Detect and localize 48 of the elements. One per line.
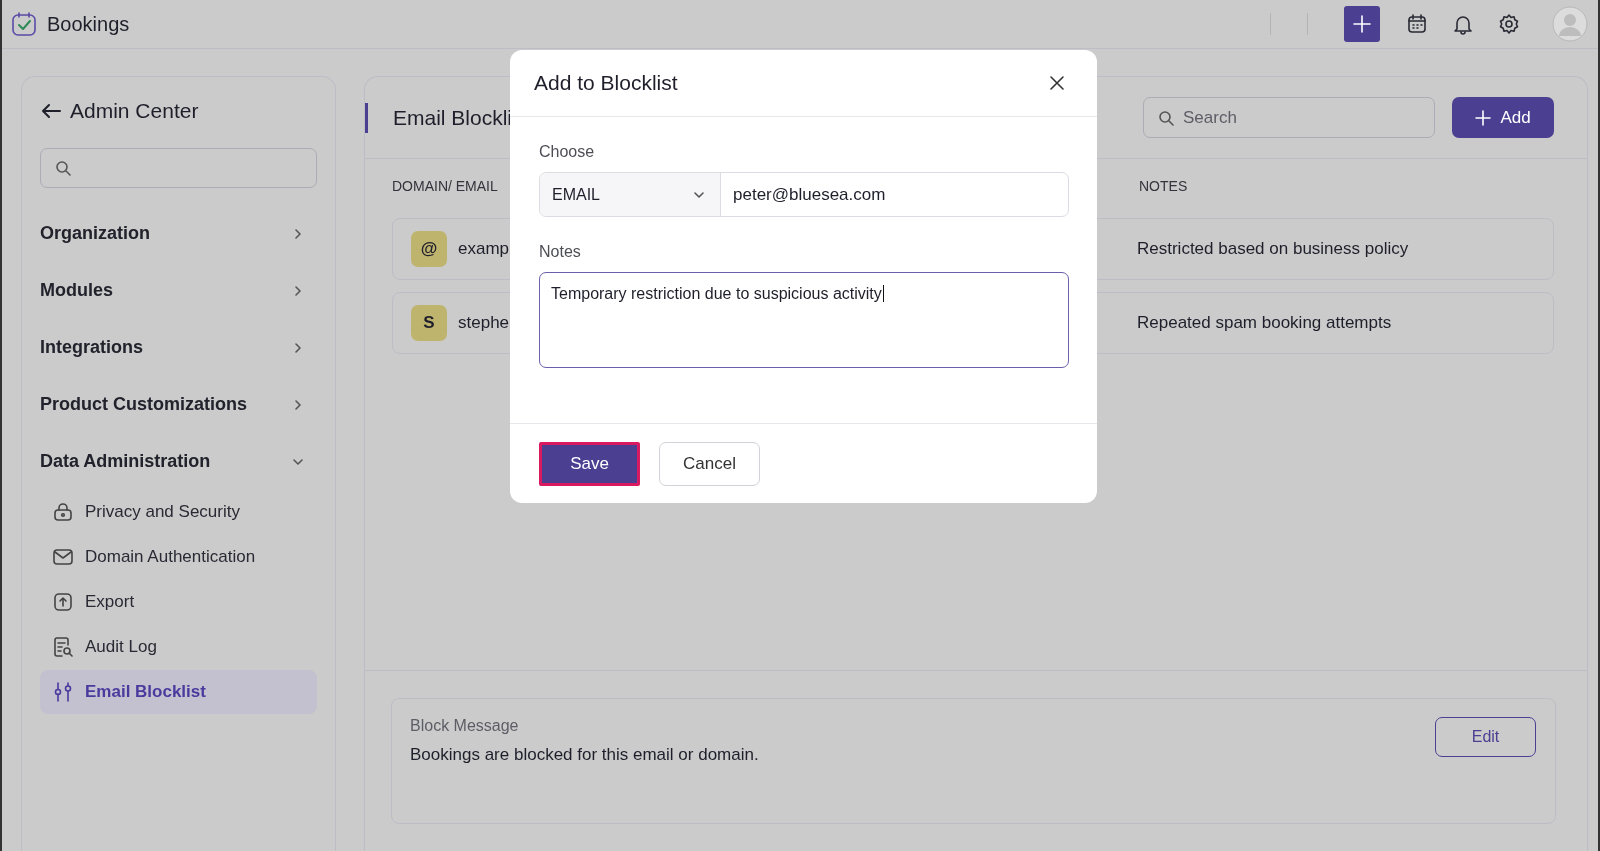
- search-icon: [55, 160, 71, 176]
- search-icon: [1158, 109, 1174, 126]
- sliders-icon: [52, 681, 74, 703]
- upload-icon: [52, 591, 74, 613]
- field-label: Choose: [539, 143, 596, 161]
- table-cell-text: Repeated spam booking attempts: [1137, 313, 1393, 333]
- document-search-icon: [52, 636, 74, 658]
- table-cell: stephe: [458, 313, 510, 333]
- close-icon[interactable]: [1049, 75, 1065, 91]
- sidebar-item[interactable]: Modules: [40, 262, 317, 319]
- column-header: NOTES: [1139, 178, 1189, 194]
- calendar-icon[interactable]: [1406, 13, 1428, 35]
- lock-icon: [52, 501, 74, 523]
- sidebar-item[interactable]: Organization: [40, 205, 317, 262]
- save-button[interactable]: Save: [539, 441, 640, 486]
- envelope-icon: [52, 546, 74, 568]
- settings-icon[interactable]: [1498, 13, 1520, 35]
- dialog-title: Add to Blocklist: [534, 71, 678, 95]
- search-field[interactable]: [40, 148, 317, 188]
- table-cell: examp: [458, 239, 510, 259]
- search-field[interactable]: Search: [1143, 97, 1435, 138]
- notes-field[interactable]: Temporary restriction due to suspicious activity: [539, 272, 1069, 368]
- cancel-button[interactable]: Cancel: [659, 441, 760, 486]
- new-button[interactable]: [1344, 6, 1380, 42]
- sidebar-item[interactable]: Product Customizations: [40, 376, 317, 433]
- plus-icon: [1352, 14, 1372, 34]
- sidebar-subitem[interactable]: Export: [40, 580, 317, 624]
- app-title: Bookings: [47, 12, 130, 36]
- sidebar-subitem[interactable]: Email Blocklist: [40, 670, 317, 714]
- card-label: Block Message: [410, 717, 520, 735]
- sidebar-subitem[interactable]: Audit Log: [40, 625, 317, 669]
- plus-icon: [1475, 109, 1492, 126]
- add-button[interactable]: Add: [1452, 97, 1554, 138]
- edit-button[interactable]: Edit: [1435, 717, 1536, 757]
- back-arrow-icon[interactable]: [40, 102, 62, 120]
- field-label: Notes: [539, 243, 582, 261]
- sidebar-item[interactable]: Data Administration: [40, 433, 317, 490]
- sidebar-item[interactable]: Integrations: [40, 319, 317, 376]
- card-text: Bookings are blocked for this email or domain.: [410, 745, 759, 765]
- avatar-badge: S: [411, 305, 447, 341]
- sidebar-subitem[interactable]: Domain Authentication: [40, 535, 317, 579]
- calendar-check-icon: [10, 10, 38, 38]
- avatar-badge: @: [411, 231, 447, 267]
- sidebar-subitem[interactable]: Privacy and Security: [40, 490, 317, 534]
- page-title: Email Blockli: [393, 105, 513, 130]
- bell-icon[interactable]: [1452, 13, 1474, 35]
- table-cell-text: Restricted based on business policy: [1137, 239, 1410, 259]
- sidebar-title: Admin Center: [70, 99, 199, 123]
